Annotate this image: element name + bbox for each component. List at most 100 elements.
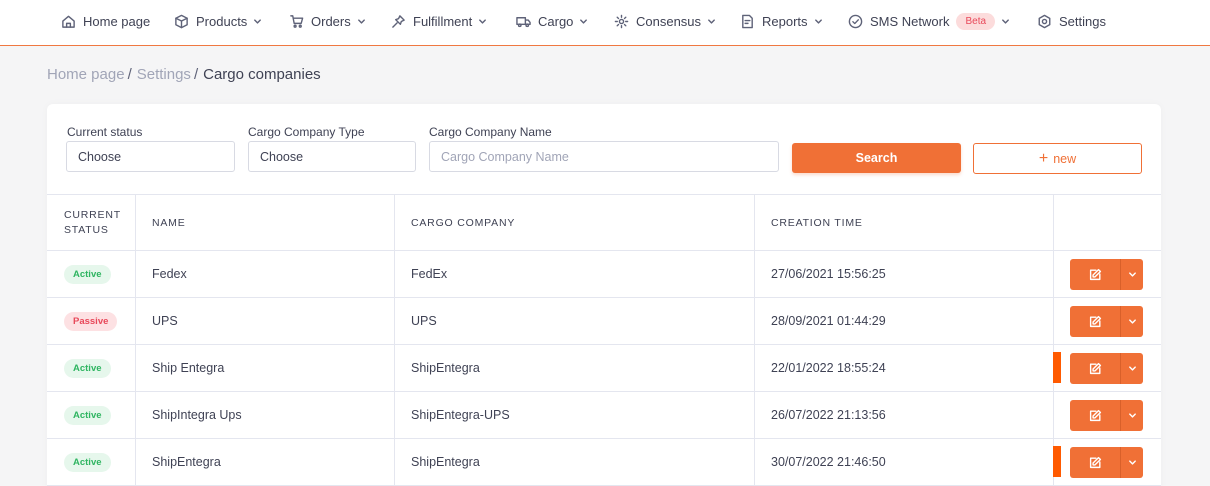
gear-circle-icon <box>613 13 629 29</box>
nav-label: Orders <box>311 13 351 29</box>
name-filter-label: Cargo Company Name <box>429 125 552 139</box>
time-cell: 27/06/2021 15:56:25 <box>771 267 886 281</box>
chevron-down-icon <box>357 16 367 26</box>
column-divider <box>754 439 755 485</box>
edit-button[interactable] <box>1070 447 1120 478</box>
row-menu-button[interactable] <box>1120 259 1143 290</box>
row-actions <box>1070 447 1143 478</box>
status-badge: Active <box>64 405 111 425</box>
nav-item-home[interactable]: Home page <box>60 11 150 31</box>
plus-icon: + <box>1038 149 1049 167</box>
chevron-down-icon <box>253 16 263 26</box>
chevron-down-icon <box>579 16 589 26</box>
status-cell: Active <box>64 439 111 485</box>
time-cell: 22/01/2022 18:55:24 <box>771 361 886 375</box>
chevron-down-icon <box>707 16 717 26</box>
nav-item-reports[interactable]: Reports <box>739 11 824 31</box>
table-row: Active ShipIntegra Ups ShipEntegra-UPS 2… <box>47 392 1161 439</box>
chevron-down-icon <box>1128 366 1136 371</box>
new-button[interactable]: + new <box>973 143 1142 174</box>
company-cell: ShipEntegra <box>411 455 480 469</box>
column-divider <box>754 251 755 297</box>
column-header-name: NAME <box>152 216 186 229</box>
nav-label: SMS Network <box>870 13 950 29</box>
column-header-status: CURRENT STATUS <box>64 208 121 236</box>
edit-icon <box>1089 315 1102 327</box>
column-divider <box>754 345 755 391</box>
breadcrumb-home[interactable]: Home page <box>47 66 125 83</box>
row-menu-button[interactable] <box>1120 447 1143 478</box>
box-icon <box>173 13 189 29</box>
chevron-down-icon <box>1128 460 1136 465</box>
status-cell: Active <box>64 251 111 297</box>
column-divider <box>754 298 755 344</box>
nav-item-orders[interactable]: Orders <box>288 11 367 31</box>
edit-button[interactable] <box>1070 306 1120 337</box>
chevron-down-icon <box>1128 413 1136 418</box>
nav-item-products[interactable]: Products <box>173 11 263 31</box>
name-cell: ShipEntegra <box>152 455 221 469</box>
nav-item-consensus[interactable]: Consensus <box>613 11 717 31</box>
beta-badge: Beta <box>956 12 996 30</box>
company-cell: ShipEntegra-UPS <box>411 408 510 422</box>
new-button-label: new <box>1053 151 1077 166</box>
check-circle-icon <box>847 13 863 29</box>
pin-icon <box>390 13 406 29</box>
table-header-row: CURRENT STATUS NAME CARGO COMPANY CREATI… <box>47 195 1161 251</box>
row-actions <box>1070 400 1143 431</box>
column-divider <box>135 439 136 485</box>
table-row: Active Ship Entegra ShipEntegra 22/01/20… <box>47 345 1161 392</box>
company-cell: FedEx <box>411 267 448 281</box>
breadcrumb-separator: / <box>193 66 199 83</box>
status-badge: Active <box>64 264 111 284</box>
breadcrumb-separator: / <box>127 66 132 83</box>
nav-label: Reports <box>762 13 808 29</box>
nav-item-settings[interactable]: Settings <box>1036 11 1106 31</box>
search-button[interactable]: Search <box>792 143 961 173</box>
row-menu-button[interactable] <box>1120 306 1143 337</box>
status-cell: Active <box>64 392 111 438</box>
status-badge: Active <box>64 452 111 472</box>
nav-label: Fulfillment <box>413 13 473 29</box>
column-divider <box>135 195 136 250</box>
status-select[interactable]: Choose <box>66 141 235 172</box>
breadcrumb: Home page / Settings / Cargo companies <box>47 66 321 83</box>
column-divider <box>754 392 755 438</box>
type-select[interactable]: Choose <box>248 141 416 172</box>
column-divider <box>135 251 136 297</box>
table-row: Active Fedex FedEx 27/06/2021 15:56:25 <box>47 251 1161 298</box>
nav-item-cargo[interactable]: Cargo <box>515 11 589 31</box>
column-divider <box>394 345 395 391</box>
status-cell: Active <box>64 345 111 391</box>
row-menu-button[interactable] <box>1120 353 1143 384</box>
chevron-down-icon <box>1001 16 1011 26</box>
name-input[interactable] <box>429 141 779 172</box>
row-menu-button[interactable] <box>1120 400 1143 431</box>
status-filter-label: Current status <box>67 125 143 139</box>
breadcrumb-current: Cargo companies <box>203 66 321 83</box>
edit-icon <box>1089 409 1102 421</box>
name-cell: Ship Entegra <box>152 361 225 375</box>
status-badge: Passive <box>64 311 118 331</box>
status-badge: Active <box>64 358 111 378</box>
status-cell: Passive <box>64 298 118 344</box>
table-row: Passive UPS UPS 28/09/2021 01:44:29 <box>47 298 1161 345</box>
column-divider <box>394 251 395 297</box>
chevron-down-icon <box>814 16 824 26</box>
nav-item-fulfillment[interactable]: Fulfillment <box>390 11 488 31</box>
name-cell: ShipIntegra Ups <box>152 408 242 422</box>
table-row: Active ShipEntegra ShipEntegra 30/07/202… <box>47 439 1161 486</box>
edit-button[interactable] <box>1070 353 1120 384</box>
column-divider <box>1053 392 1054 438</box>
chevron-down-icon <box>1128 319 1136 324</box>
edit-button[interactable] <box>1070 259 1120 290</box>
edit-button[interactable] <box>1070 400 1120 431</box>
time-cell: 26/07/2022 21:13:56 <box>771 408 886 422</box>
top-navigation: Home page Products Orders Fulfillment Ca… <box>0 0 1210 46</box>
nav-item-sms-network[interactable]: SMS Network Beta <box>847 11 1011 31</box>
time-cell: 30/07/2022 21:46:50 <box>771 455 886 469</box>
cargo-table: CURRENT STATUS NAME CARGO COMPANY CREATI… <box>47 194 1161 486</box>
breadcrumb-settings[interactable]: Settings <box>137 66 191 83</box>
chevron-down-icon <box>478 16 488 26</box>
cart-icon <box>288 13 304 29</box>
